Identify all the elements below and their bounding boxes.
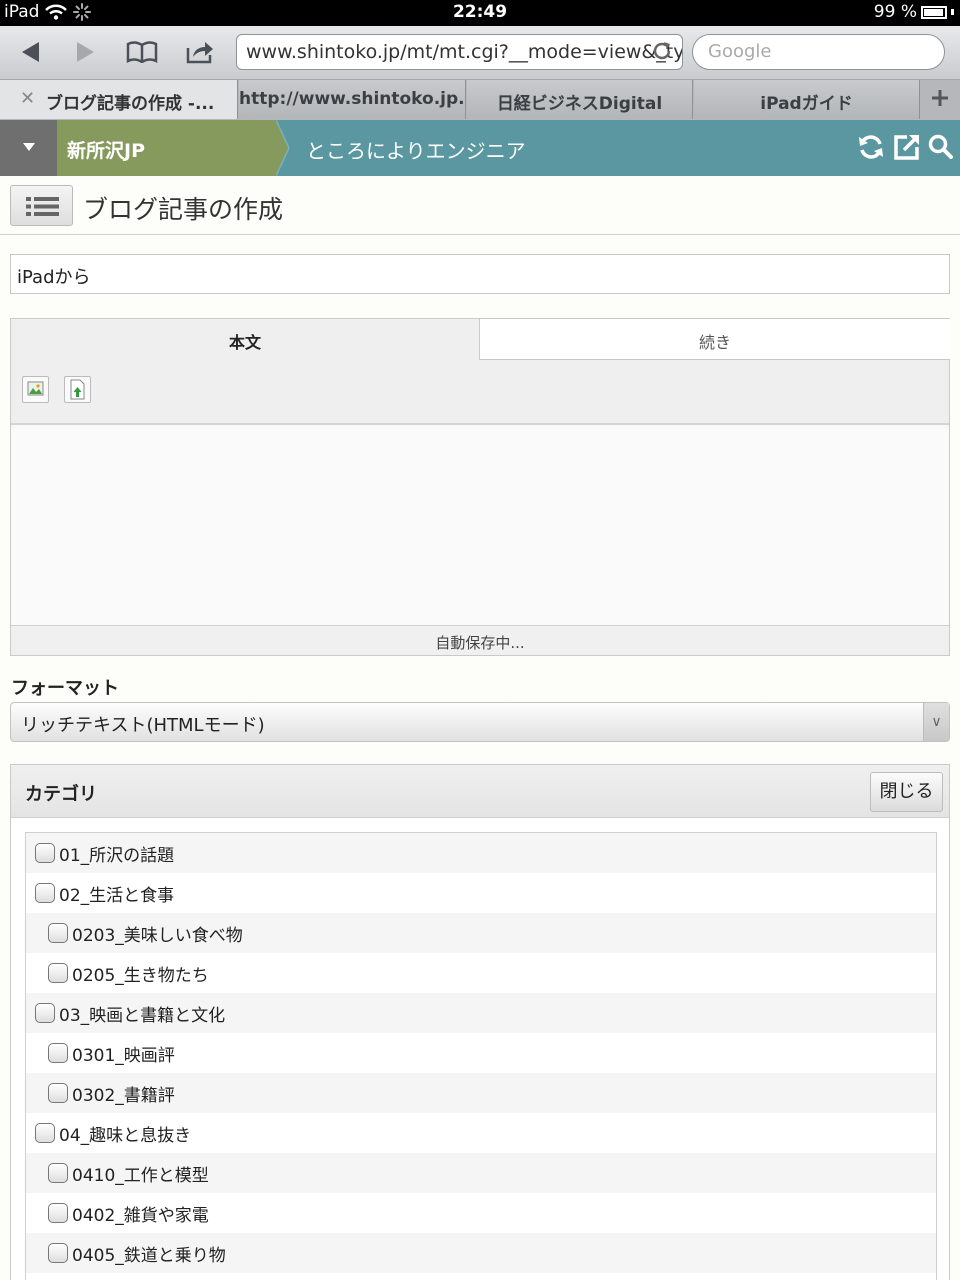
category-label: 01_所沢の話題 xyxy=(59,845,175,866)
clock: 22:49 xyxy=(452,2,508,22)
body-editor: 本文 続き 自動保存中... xyxy=(10,318,950,656)
list-item[interactable]: 0203_美味しい食べ物 xyxy=(26,913,936,953)
tab-body[interactable]: 本文 xyxy=(11,319,479,360)
checkbox[interactable] xyxy=(48,1243,68,1263)
category-label: 0203_美味しい食べ物 xyxy=(72,925,243,946)
caret-down-icon xyxy=(22,143,35,151)
site-name: 新所沢JP xyxy=(67,140,145,162)
tab-bar: ✕ ブログ記事の作成 -... http://www.shintoko.jp..… xyxy=(0,80,960,120)
category-label: 0205_生き物たち xyxy=(72,965,209,986)
tab-label: 日経ビジネスDigital xyxy=(496,94,663,114)
forward-button[interactable] xyxy=(68,35,104,69)
editor-toolbar xyxy=(11,360,949,425)
category-panel: カテゴリ 閉じる 01_所沢の話題 02_生活と食事 0203_美味しい食べ物 … xyxy=(10,764,950,1280)
list-item[interactable]: 0410_工作と模型 xyxy=(26,1153,936,1193)
book-icon xyxy=(126,41,158,63)
chevron-down-icon: ∨ xyxy=(923,703,949,741)
checkbox[interactable] xyxy=(48,1163,68,1183)
battery-icon xyxy=(921,5,947,19)
category-title: カテゴリ xyxy=(25,784,97,805)
blog-name[interactable]: ところによりエンジニア xyxy=(306,135,526,164)
checkbox[interactable] xyxy=(35,1003,55,1023)
entry-title-value: iPadから xyxy=(17,267,91,288)
reload-icon[interactable] xyxy=(651,40,673,62)
tab-label: ブログ記事の作成 -... xyxy=(46,94,215,114)
close-tab-icon[interactable]: ✕ xyxy=(20,88,35,109)
list-item[interactable]: 04_趣味と息抜き xyxy=(26,1113,936,1153)
tab-body-label: 本文 xyxy=(228,333,261,352)
checkbox[interactable] xyxy=(48,963,68,983)
category-label: 0301_映画評 xyxy=(72,1045,175,1066)
back-icon xyxy=(22,42,39,62)
insert-image-button[interactable] xyxy=(22,376,49,403)
tab-label: iPadガイド xyxy=(760,94,853,114)
tab-more[interactable]: 続き xyxy=(479,319,950,360)
search-icon[interactable] xyxy=(926,132,956,162)
tab-more-label: 続き xyxy=(698,333,731,352)
category-list: 01_所沢の話題 02_生活と食事 0203_美味しい食べ物 0205_生き物た… xyxy=(25,832,937,1280)
external-link-icon[interactable] xyxy=(892,132,922,162)
list-item[interactable]: 0402_雑貨や家電 xyxy=(26,1193,936,1233)
page-title: ブログ記事の作成 xyxy=(83,195,284,224)
checkbox[interactable] xyxy=(35,883,55,903)
list-item[interactable]: 03_映画と書籍と文化 xyxy=(26,993,936,1033)
bookmarks-button[interactable] xyxy=(124,35,160,69)
checkbox[interactable] xyxy=(35,1123,55,1143)
checkbox[interactable] xyxy=(48,1083,68,1103)
editor-text-area[interactable] xyxy=(11,426,949,626)
format-selected: リッチテキスト(HTMLモード) xyxy=(21,715,265,736)
url-text: www.shintoko.jp/mt/mt.cgi?__mode=view&_t… xyxy=(246,41,683,63)
list-item[interactable]: 02_生活と食事 xyxy=(26,873,936,913)
forward-icon xyxy=(77,42,94,62)
category-label: 02_生活と食事 xyxy=(59,885,175,906)
page-title-bar: ブログ記事の作成 xyxy=(0,176,960,235)
list-item[interactable]: 0205_生き物たち xyxy=(26,953,936,993)
category-label: 0302_書籍評 xyxy=(72,1085,175,1106)
list-item[interactable]: 0302_書籍評 xyxy=(26,1073,936,1113)
category-label: 03_映画と書籍と文化 xyxy=(59,1005,226,1026)
checkbox[interactable] xyxy=(48,1203,68,1223)
refresh-icon[interactable] xyxy=(856,132,886,162)
category-header: カテゴリ 閉じる xyxy=(11,765,949,818)
category-label: 0405_鉄道と乗り物 xyxy=(72,1245,226,1266)
menu-toggle-button[interactable] xyxy=(0,120,57,176)
list-item[interactable]: 0405_鉄道と乗り物 xyxy=(26,1233,936,1273)
share-button[interactable] xyxy=(182,35,218,69)
list-item[interactable]: 0301_映画評 xyxy=(26,1033,936,1073)
url-field[interactable]: www.shintoko.jp/mt/mt.cgi?__mode=view&_t… xyxy=(236,34,683,70)
search-field[interactable]: Google xyxy=(692,34,945,70)
format-select[interactable]: リッチテキスト(HTMLモード) ∨ xyxy=(10,702,950,742)
search-placeholder: Google xyxy=(708,41,772,62)
browser-toolbar: www.shintoko.jp/mt/mt.cgi?__mode=view&_t… xyxy=(0,26,960,80)
insert-file-button[interactable] xyxy=(64,376,91,403)
new-tab-button[interactable] xyxy=(920,80,960,119)
list-item[interactable]: 01_所沢の話題 xyxy=(26,833,936,873)
plus-icon xyxy=(932,90,948,106)
file-upload-icon xyxy=(70,379,85,400)
entry-title-input[interactable]: iPadから xyxy=(10,254,950,294)
checkbox[interactable] xyxy=(48,1043,68,1063)
tab-label: http://www.shintoko.jp... xyxy=(239,89,466,109)
app-header: 新所沢JP ところによりエンジニア xyxy=(0,120,960,176)
checkbox[interactable] xyxy=(35,843,55,863)
battery-percent: 99 % xyxy=(873,2,917,22)
tab-4[interactable]: iPadガイド xyxy=(694,80,920,119)
autosave-status: 自動保存中... xyxy=(11,625,949,655)
close-button[interactable]: 閉じる xyxy=(870,772,943,812)
list-menu-button[interactable] xyxy=(10,185,73,226)
category-label: 0402_雑貨や家電 xyxy=(72,1205,209,1226)
image-icon xyxy=(27,381,44,396)
back-button[interactable] xyxy=(12,35,48,69)
share-icon xyxy=(186,42,213,64)
site-breadcrumb[interactable]: 新所沢JP xyxy=(57,120,275,176)
category-label: 04_趣味と息抜き xyxy=(59,1125,192,1146)
list-icon xyxy=(26,197,59,216)
category-label: 0410_工作と模型 xyxy=(72,1165,209,1186)
status-bar: iPad 22:49 99 % xyxy=(0,0,960,26)
tab-3[interactable]: 日経ビジネスDigital xyxy=(467,80,693,119)
tab-2[interactable]: http://www.shintoko.jp... xyxy=(239,80,466,119)
checkbox[interactable] xyxy=(48,923,68,943)
tab-1[interactable]: ✕ ブログ記事の作成 -... xyxy=(0,80,238,119)
format-label: フォーマット xyxy=(11,678,119,699)
